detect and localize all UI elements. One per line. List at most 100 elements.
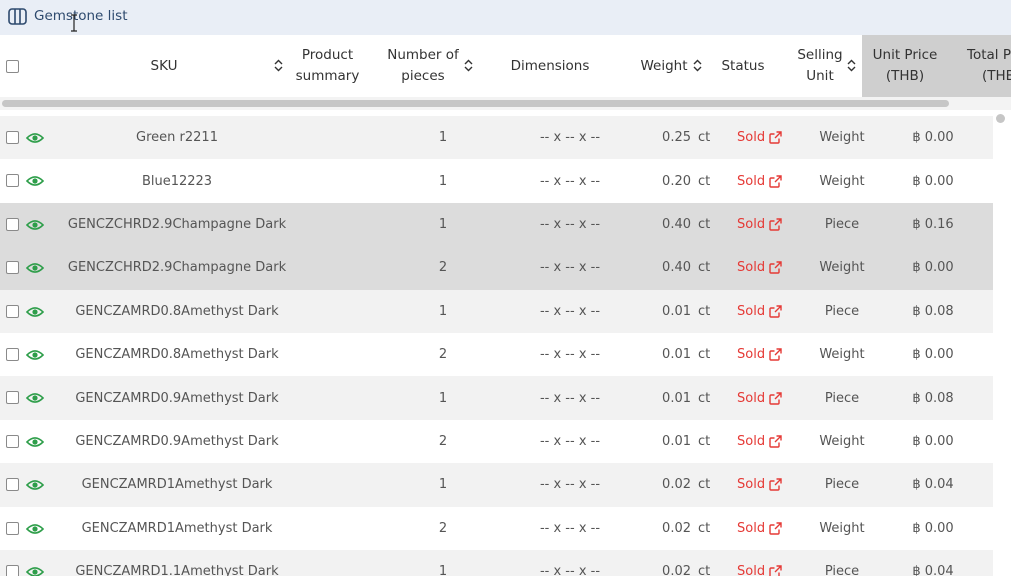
table-row[interactable]: GENCZAMRD0.9Amethyst Dark 1 -- x -- x --… (0, 376, 993, 420)
eye-icon[interactable] (26, 306, 44, 318)
header-selling-l1: Selling (797, 47, 843, 63)
eye-icon[interactable] (26, 479, 44, 491)
cell-status[interactable]: Sold (737, 550, 793, 576)
eye-icon[interactable] (26, 436, 44, 448)
row-checkbox[interactable] (6, 348, 19, 361)
cell-status[interactable]: Sold (737, 333, 793, 376)
sort-icon[interactable] (274, 59, 283, 72)
external-link-icon[interactable] (769, 218, 782, 231)
page-title[interactable]: Gemstone list (34, 8, 128, 24)
header-sku[interactable]: SKU (60, 35, 268, 97)
row-checkbox[interactable] (6, 261, 19, 275)
sort-icon[interactable] (693, 59, 702, 72)
row-checkbox[interactable] (6, 434, 19, 448)
cell-dimensions: -- x -- x -- (539, 433, 601, 449)
status-sold-label: Sold (737, 390, 766, 406)
cell-unit-price: ฿ 0.04 (912, 477, 954, 493)
table-row[interactable]: GENCZCHRD2.9Champagne Dark 2 -- x -- x -… (0, 246, 993, 290)
text-cursor-icon (71, 14, 77, 32)
cell-pieces: 2 (438, 520, 448, 536)
cell-status[interactable]: Sold (737, 116, 793, 159)
cell-pieces: 1 (438, 216, 448, 232)
cell-sku: GENCZAMRD1Amethyst Dark (81, 477, 273, 493)
cell-status[interactable]: Sold (737, 290, 793, 333)
row-checkbox[interactable] (6, 131, 19, 144)
table-row[interactable]: GENCZAMRD0.9Amethyst Dark 2 -- x -- x --… (0, 419, 993, 464)
external-link-icon[interactable] (769, 565, 782, 576)
row-checkbox[interactable] (6, 391, 19, 405)
status-sold-label: Sold (737, 564, 766, 576)
vertical-scrollbar-thumb[interactable] (996, 114, 1005, 123)
header-status[interactable]: Status (716, 35, 770, 97)
row-checkbox[interactable] (6, 217, 19, 231)
row-checkbox[interactable] (6, 565, 19, 576)
external-link-icon[interactable] (769, 348, 782, 361)
eye-icon[interactable] (26, 349, 44, 361)
table-body: Green r2211 1 -- x -- x -- 0.25 ct Sold … (0, 116, 993, 576)
sort-icon[interactable] (847, 59, 856, 72)
cell-status[interactable]: Sold (737, 159, 793, 202)
cell-status[interactable]: Sold (737, 420, 793, 463)
header-number-of-pieces[interactable]: Number of pieces (382, 35, 464, 97)
cell-unit-price: ฿ 0.00 (912, 520, 954, 536)
eye-icon[interactable] (26, 175, 44, 187)
status-sold-label: Sold (737, 130, 766, 146)
header-unit-price[interactable]: Unit Price (THB) (862, 35, 948, 97)
cell-dimensions: -- x -- x -- (539, 390, 601, 406)
external-link-icon[interactable] (769, 478, 782, 492)
select-all-checkbox[interactable] (6, 60, 19, 73)
horizontal-scrollbar-thumb[interactable] (2, 100, 949, 107)
row-checkbox[interactable] (6, 174, 19, 188)
cell-status[interactable]: Sold (737, 246, 793, 289)
cell-status[interactable]: Sold (737, 463, 793, 506)
table-row[interactable]: GENCZAMRD0.8Amethyst Dark 1 -- x -- x --… (0, 289, 993, 333)
cell-pieces: 1 (438, 130, 448, 146)
cell-status[interactable]: Sold (737, 203, 793, 246)
external-link-icon[interactable] (769, 522, 782, 535)
sort-icon[interactable] (464, 59, 473, 72)
table-row[interactable]: Blue12223 1 -- x -- x -- 0.20 ct Sold We… (0, 159, 993, 203)
eye-icon[interactable] (26, 566, 44, 576)
cell-selling-unit: Weight (819, 260, 865, 276)
table-row[interactable]: Green r2211 1 -- x -- x -- 0.25 ct Sold … (0, 116, 993, 160)
table-row[interactable]: GENCZAMRD1.1Amethyst Dark 1 -- x -- x --… (0, 550, 993, 576)
external-link-icon[interactable] (769, 131, 782, 144)
cell-status[interactable]: Sold (737, 376, 793, 419)
eye-icon[interactable] (26, 262, 44, 274)
table-row[interactable]: GENCZCHRD2.9Champagne Dark 1 -- x -- x -… (0, 202, 993, 247)
external-link-icon[interactable] (769, 174, 782, 188)
row-checkbox[interactable] (6, 521, 19, 535)
row-checkbox[interactable] (6, 478, 19, 492)
external-link-icon[interactable] (769, 435, 782, 448)
cell-unit-price: ฿ 0.16 (912, 216, 954, 232)
cell-dimensions: -- x -- x -- (539, 347, 601, 363)
eye-icon[interactable] (26, 523, 44, 535)
cell-unit-price: ฿ 0.00 (912, 260, 954, 276)
header-product-summary[interactable]: Product summary (290, 35, 365, 97)
external-link-icon[interactable] (769, 305, 782, 318)
eye-icon[interactable] (26, 132, 44, 144)
header-dimensions[interactable]: Dimensions (500, 35, 600, 97)
header-selling-unit[interactable]: Selling Unit (791, 35, 849, 97)
cell-status[interactable]: Sold (737, 507, 793, 550)
header-total-price[interactable]: Total P (THB (948, 35, 1011, 97)
eye-icon[interactable] (26, 219, 44, 231)
cell-weight-unit: ct (698, 303, 711, 319)
vertical-scrollbar[interactable] (993, 110, 1011, 576)
cell-sku: GENCZAMRD0.8Amethyst Dark (75, 303, 279, 319)
status-sold-label: Sold (737, 520, 766, 536)
header-weight[interactable]: Weight (636, 35, 692, 97)
table-row[interactable]: GENCZAMRD1Amethyst Dark 1 -- x -- x -- 0… (0, 463, 993, 507)
header-status-label: Status (721, 57, 765, 74)
external-link-icon[interactable] (769, 261, 782, 275)
cell-pieces: 1 (438, 173, 448, 189)
cell-dimensions: -- x -- x -- (539, 173, 601, 189)
columns-icon[interactable] (8, 8, 27, 25)
eye-icon[interactable] (26, 392, 44, 404)
table-header: SKU Product summary Number of pieces Dim… (0, 35, 1011, 97)
row-checkbox[interactable] (6, 304, 19, 318)
cell-pieces: 1 (438, 390, 448, 406)
external-link-icon[interactable] (769, 391, 782, 405)
table-row[interactable]: GENCZAMRD0.8Amethyst Dark 2 -- x -- x --… (0, 333, 993, 377)
table-row[interactable]: GENCZAMRD1Amethyst Dark 2 -- x -- x -- 0… (0, 506, 993, 550)
